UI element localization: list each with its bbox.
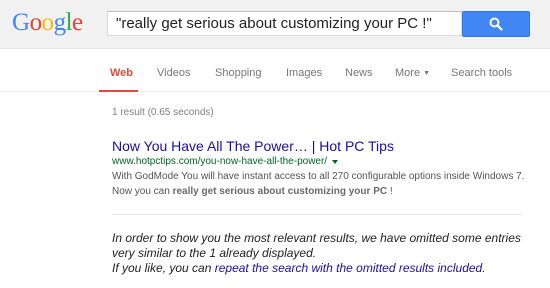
logo-letter: g (53, 9, 67, 36)
divider (112, 214, 522, 215)
google-logo[interactable]: Google (12, 10, 83, 35)
logo-letter: e (72, 9, 83, 36)
tab-shopping[interactable]: Shopping (215, 67, 262, 79)
omitted-notice-line1: In order to show you the most relevant r… (112, 231, 521, 260)
search-button[interactable] (462, 11, 530, 37)
tab-more[interactable]: More ▼ (395, 67, 430, 79)
active-tab-indicator (99, 90, 138, 92)
tab-search-tools[interactable]: Search tools (451, 67, 512, 79)
url-dropdown-icon[interactable] (332, 160, 339, 164)
tab-news[interactable]: News (345, 67, 373, 79)
logo-letter: o (29, 9, 43, 36)
omitted-notice-prefix: If you like, you can (112, 261, 215, 275)
result-stats: 1 result (0.65 seconds) (112, 107, 214, 118)
result-snippet: With GodMode You will have instant acces… (112, 169, 532, 199)
omitted-notice-line2: If you like, you can repeat the search w… (112, 261, 537, 276)
search-input[interactable] (108, 12, 461, 35)
search-icon (489, 17, 503, 31)
omitted-results-notice: In order to show you the most relevant r… (112, 231, 537, 276)
result-url: www.hotpctips.com/you-now-have-all-the-p… (112, 156, 328, 167)
logo-letter: o (41, 9, 55, 36)
repeat-search-link[interactable]: repeat the search with the omitted resul… (215, 261, 482, 275)
tab-web[interactable]: Web (110, 67, 133, 79)
omitted-notice-suffix: . (482, 261, 486, 275)
search-result: Now You Have All The Power… | Hot PC Tip… (112, 138, 532, 199)
snippet-highlight: really get serious about customizing you… (172, 186, 388, 197)
tab-videos[interactable]: Videos (157, 67, 190, 79)
snippet-text-end: ! (387, 186, 393, 197)
logo-letter: G (12, 9, 30, 36)
result-title-link[interactable]: Now You Have All The Power… | Hot PC Tip… (112, 138, 532, 154)
search-header: Google (0, 0, 550, 49)
tab-more-label: More (395, 67, 421, 79)
search-box (107, 11, 462, 36)
tab-images[interactable]: Images (286, 67, 322, 79)
search-tabs: Web Videos Shopping Images News More ▼ Se… (0, 49, 550, 92)
result-url-row: www.hotpctips.com/you-now-have-all-the-p… (112, 156, 532, 168)
chevron-down-icon: ▼ (423, 70, 430, 77)
